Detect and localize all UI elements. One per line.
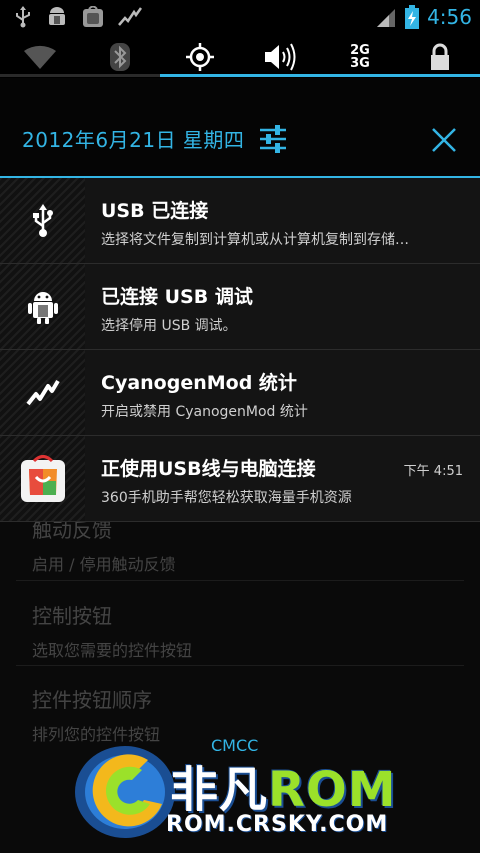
clock: 4:56 — [427, 5, 472, 29]
notification-title: 已连接 USB 调试 — [101, 286, 253, 308]
notification-icon-box — [0, 264, 85, 349]
usb-icon — [32, 203, 53, 237]
date-label: 2012年6月21日 星期四 — [22, 128, 245, 152]
notification-subtitle: 选择停用 USB 调试。 — [101, 318, 237, 334]
notification-time: 下午 4:51 — [403, 464, 463, 479]
wifi-icon — [24, 45, 56, 69]
watermark-brand-cn: 非凡 — [170, 762, 269, 818]
status-notification-icons — [14, 6, 142, 28]
watermark-brand-en: ROM — [268, 762, 397, 818]
bg-setting-item: 控制按钮 选取您需要的控件按钮 — [32, 600, 192, 661]
store-app-icon — [20, 454, 65, 502]
store-app-icon — [83, 6, 103, 27]
quick-toggles-bar: 2G 3G — [0, 36, 480, 78]
notification-icon-box — [0, 350, 85, 435]
status-system-icons: 4:56 — [375, 4, 472, 30]
lock-icon — [431, 43, 449, 70]
notification-usb-debug[interactable]: 已连接 USB 调试 选择停用 USB 调试。 — [0, 264, 480, 350]
usb-icon — [16, 6, 30, 28]
signal-icon — [377, 9, 396, 27]
android-debug-icon — [49, 7, 65, 25]
notification-list: USB 已连接 选择将文件复制到计算机或从计算机复制到存储… 已连接 USB 调… — [0, 178, 480, 522]
notification-title: CyanogenMod 统计 — [101, 372, 297, 394]
bg-divider — [16, 580, 464, 581]
bg-setting-item: 触动反馈 启用 / 停用触动反馈 — [32, 514, 176, 575]
stats-icon — [118, 7, 142, 26]
toggle-bluetooth[interactable] — [80, 36, 160, 78]
notification-title: USB 已连接 — [101, 200, 209, 222]
notification-subtitle: 开启或禁用 CyanogenMod 统计 — [101, 404, 308, 420]
toggle-wifi[interactable] — [0, 36, 80, 78]
toggle-gps[interactable] — [160, 36, 240, 78]
notification-icon-box — [0, 178, 85, 263]
battery-charging-icon — [405, 5, 420, 29]
notification-usb[interactable]: USB 已连接 选择将文件复制到计算机或从计算机复制到存储… — [0, 178, 480, 264]
status-bar: 4:56 — [0, 0, 480, 36]
clear-all-button[interactable] — [428, 124, 460, 156]
gps-icon — [186, 43, 214, 71]
network-mode-bottom-label: 3G — [350, 56, 370, 71]
bluetooth-icon — [110, 43, 130, 71]
stats-icon — [25, 379, 60, 405]
notification-360-assistant[interactable]: 正使用USB线与电脑连接 360手机助手帮您轻松获取海量手机资源 下午 4:51 — [0, 436, 480, 522]
toggle-sound[interactable] — [240, 36, 320, 78]
notification-subtitle: 选择将文件复制到计算机或从计算机复制到存储… — [101, 232, 409, 248]
toggle-indicator-line — [0, 74, 480, 77]
notification-subtitle: 360手机助手帮您轻松获取海量手机资源 — [101, 490, 352, 506]
crsky-logo-icon — [75, 746, 175, 838]
2g3g-icon: 2G 3G — [350, 44, 370, 70]
bg-setting-item: 控件按钮顺序 排列您的控件按钮 — [32, 684, 160, 745]
watermark-brand: 非凡ROM — [170, 750, 397, 820]
notification-icon-box — [0, 436, 85, 521]
notification-cm-stats[interactable]: CyanogenMod 统计 开启或禁用 CyanogenMod 统计 — [0, 350, 480, 436]
watermark-url: ROM.CRSKY.COM — [166, 812, 389, 837]
android-debug-icon — [27, 291, 58, 324]
bg-divider — [16, 665, 464, 666]
bg-setting-subtitle: 启用 / 停用触动反馈 — [32, 555, 176, 574]
bg-setting-title: 控件按钮顺序 — [32, 688, 152, 712]
bg-setting-title: 控制按钮 — [32, 604, 112, 628]
watermark: 非凡ROM ROM.CRSKY.COM — [70, 742, 420, 842]
toggle-network-mode[interactable]: 2G 3G — [320, 36, 400, 78]
sound-icon — [265, 43, 296, 71]
settings-sliders-icon[interactable] — [258, 124, 288, 154]
notification-title: 正使用USB线与电脑连接 — [101, 458, 316, 480]
toggle-lock[interactable] — [400, 36, 480, 78]
bg-setting-subtitle: 选取您需要的控件按钮 — [32, 641, 193, 660]
